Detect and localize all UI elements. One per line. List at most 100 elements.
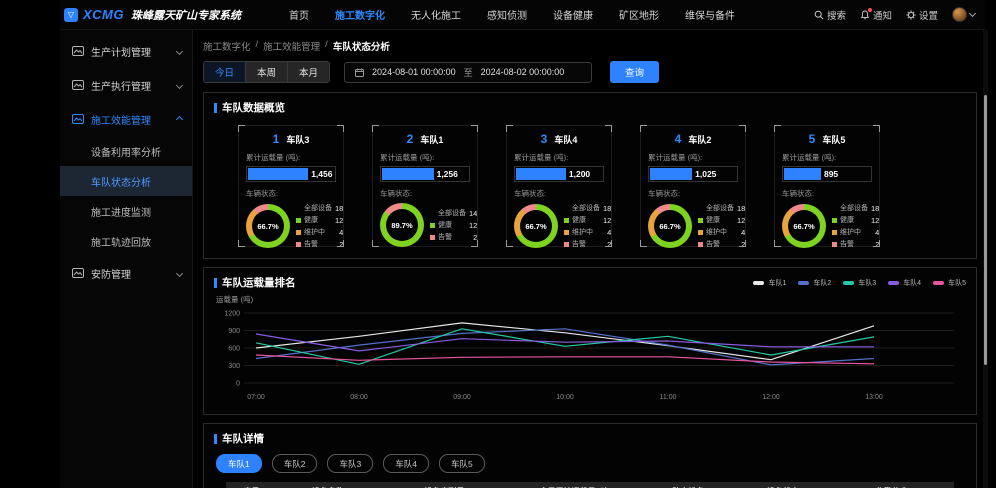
fleet-tab[interactable]: 车队3 bbox=[327, 454, 373, 473]
fleet-card[interactable]: 2 车队1 累计运载量 (吨): 1,256 车辆状态: 89.7% 全部设备1… bbox=[372, 125, 478, 247]
card-legend-row: 全部设备18 bbox=[296, 203, 343, 213]
date-to-value[interactable]: 2024-08-02 00:00:00 bbox=[481, 67, 565, 77]
fleet-card[interactable]: 3 车队4 累计运载量 (吨): 1,200 车辆状态: 66.7% 全部设备1… bbox=[506, 125, 612, 247]
fleet-load-line-chart[interactable]: 0300600900120007:0008:0009:0010:0011:001… bbox=[214, 305, 966, 405]
svg-text:08:00: 08:00 bbox=[350, 394, 368, 401]
nav-item[interactable]: 设备健康 bbox=[553, 7, 593, 22]
load-bar-fill bbox=[784, 168, 821, 180]
chevron-down-icon bbox=[176, 269, 183, 276]
table-header-cell: 告警信息 bbox=[830, 482, 954, 488]
breadcrumb-current: 车队状态分析 bbox=[333, 39, 390, 53]
breadcrumb-item[interactable]: 施工效能管理 bbox=[263, 39, 320, 53]
scrollbar-thumb[interactable] bbox=[984, 95, 987, 365]
load-bar-fill bbox=[248, 168, 308, 180]
chart-legend-item[interactable]: 车队2 bbox=[798, 278, 831, 288]
date-from-value[interactable]: 2024-08-01 00:00:00 bbox=[372, 67, 456, 77]
fleet-tab[interactable]: 车队5 bbox=[439, 454, 485, 473]
nav-item[interactable]: 维保与备件 bbox=[685, 7, 735, 22]
breadcrumb: 施工数字化 / 施工效能管理 / 车队状态分析 bbox=[203, 39, 977, 53]
top-actions: 搜索 通知 设置 bbox=[814, 7, 975, 22]
svg-text:11:00: 11:00 bbox=[660, 394, 677, 401]
fleet-overview-panel: 车队数据概览 1 车队3 累计运载量 (吨): 1,456 车辆状态: 66.7… bbox=[203, 92, 977, 259]
chart-legend-item[interactable]: 车队1 bbox=[753, 278, 786, 288]
settings-label: 设置 bbox=[919, 8, 938, 22]
load-bar-fill bbox=[516, 168, 566, 180]
card-legend-row: 健康12 bbox=[430, 220, 477, 230]
sidebar-item-label: 生产计划管理 bbox=[91, 44, 151, 59]
fleet-name: 车队4 bbox=[554, 133, 577, 146]
quick-range-button[interactable]: 今日 bbox=[204, 62, 246, 82]
fleet-card[interactable]: 4 车队2 累计运载量 (吨): 1,025 车辆状态: 66.7% 全部设备1… bbox=[640, 125, 746, 247]
table-header-cell: 设备名称 bbox=[277, 482, 379, 488]
donut-percent: 66.7% bbox=[525, 222, 546, 231]
fleet-card[interactable]: 1 车队3 累计运载量 (吨): 1,456 车辆状态: 66.7% 全部设备1… bbox=[238, 125, 344, 247]
svg-text:600: 600 bbox=[228, 346, 240, 353]
fleet-card[interactable]: 5 车队5 累计运载量 (吨): 895 车辆状态: 66.7% 全部设备18健… bbox=[774, 125, 880, 247]
sidebar-subitem-track-replay[interactable]: 施工轨迹回放 bbox=[60, 226, 192, 256]
svg-text:09:00: 09:00 bbox=[453, 394, 471, 401]
load-value: 1,025 bbox=[695, 169, 716, 179]
nav-item[interactable]: 矿区地形 bbox=[619, 7, 659, 22]
fleet-name: 车队5 bbox=[822, 133, 845, 146]
card-legend-row: 全部设备14 bbox=[430, 208, 477, 218]
load-value: 895 bbox=[824, 169, 838, 179]
svg-text:10:00: 10:00 bbox=[556, 394, 574, 401]
card-legend-row: 维护中4 bbox=[698, 227, 745, 237]
fleet-tab[interactable]: 车队2 bbox=[272, 454, 318, 473]
picture-icon bbox=[72, 80, 84, 90]
sidebar-item-production-exec[interactable]: 生产执行管理 bbox=[60, 68, 192, 102]
query-button[interactable]: 查询 bbox=[610, 61, 659, 83]
fleet-tabs: 车队1 车队2 车队3 车队4 车队5 bbox=[216, 454, 966, 473]
search-button[interactable]: 搜索 bbox=[814, 8, 846, 22]
chart-legend-item[interactable]: 车队5 bbox=[933, 278, 966, 288]
fleet-details-panel: 车队详情 车队1 车队2 车队3 车队4 车队5 序号设备名称设备序列号今日累计运载量 … bbox=[203, 423, 977, 488]
user-menu[interactable] bbox=[952, 7, 975, 22]
quick-range-button[interactable]: 本周 bbox=[246, 62, 288, 82]
fleet-tab[interactable]: 车队4 bbox=[383, 454, 429, 473]
quick-range-button[interactable]: 本月 bbox=[288, 62, 329, 82]
breadcrumb-item[interactable]: 施工数字化 bbox=[203, 39, 251, 53]
panel-title: 车队数据概览 bbox=[214, 100, 966, 115]
notifications-button[interactable]: 通知 bbox=[860, 8, 892, 22]
logo-text: XCMG bbox=[83, 7, 124, 22]
status-label: 车辆状态: bbox=[246, 188, 336, 199]
donut-percent: 66.7% bbox=[793, 222, 814, 231]
nav-item[interactable]: 施工数字化 bbox=[335, 7, 385, 22]
sidebar-item-security[interactable]: 安防管理 bbox=[60, 256, 192, 290]
sidebar-item-production-plan[interactable]: 生产计划管理 bbox=[60, 34, 192, 68]
fleet-rank: 1 bbox=[273, 132, 280, 146]
sidebar: 生产计划管理 生产执行管理 施工效能管理 设备利用率分析 车队状态分析 施工进度… bbox=[60, 30, 193, 488]
sidebar-item-efficiency[interactable]: 施工效能管理 bbox=[60, 102, 192, 136]
notification-badge bbox=[868, 8, 872, 12]
nav-item[interactable]: 感知侦测 bbox=[487, 7, 527, 22]
table-header-cell: 设备状态 bbox=[736, 482, 831, 488]
picture-icon bbox=[72, 114, 84, 124]
svg-text:13:00: 13:00 bbox=[865, 394, 883, 401]
card-legend-row: 维护中4 bbox=[564, 227, 611, 237]
chart-legend-item[interactable]: 车队3 bbox=[843, 278, 876, 288]
sidebar-subitem-fleet-status[interactable]: 车队状态分析 bbox=[60, 166, 192, 196]
donut-percent: 89.7% bbox=[391, 221, 412, 230]
panel-title: 车队详情 bbox=[214, 431, 966, 446]
donut-percent: 66.7% bbox=[257, 222, 278, 231]
nav-item[interactable]: 无人化施工 bbox=[411, 7, 461, 22]
card-legend-row: 健康12 bbox=[698, 215, 745, 225]
sidebar-item-label: 施工效能管理 bbox=[91, 112, 151, 127]
sidebar-subitem-progress-monitor[interactable]: 施工进度监测 bbox=[60, 196, 192, 226]
load-bar-fill bbox=[382, 168, 434, 180]
fleet-tab[interactable]: 车队1 bbox=[216, 454, 262, 473]
load-bar-fill bbox=[650, 168, 692, 180]
chart-legend-item[interactable]: 车队4 bbox=[888, 278, 921, 288]
settings-button[interactable]: 设置 bbox=[906, 8, 938, 22]
vehicle-status-donut: 66.7% bbox=[782, 204, 826, 248]
date-range-picker[interactable]: 2024-08-01 00:00:00 至 2024-08-02 00:00:0… bbox=[344, 62, 592, 83]
load-bar: 1,025 bbox=[648, 166, 738, 182]
nav-item[interactable]: 首页 bbox=[289, 7, 309, 22]
table-header-cell: 队内排名 bbox=[641, 482, 736, 488]
table-header-row: 序号设备名称设备序列号今日累计运载量 (吨)队内排名设备状态告警信息 bbox=[226, 482, 954, 488]
donut-percent: 66.7% bbox=[659, 222, 680, 231]
fleet-name: 车队1 bbox=[420, 133, 443, 146]
card-legend-row: 维护中4 bbox=[296, 227, 343, 237]
chevron-down-icon bbox=[969, 9, 976, 16]
sidebar-subitem-equipment-utilization[interactable]: 设备利用率分析 bbox=[60, 136, 192, 166]
